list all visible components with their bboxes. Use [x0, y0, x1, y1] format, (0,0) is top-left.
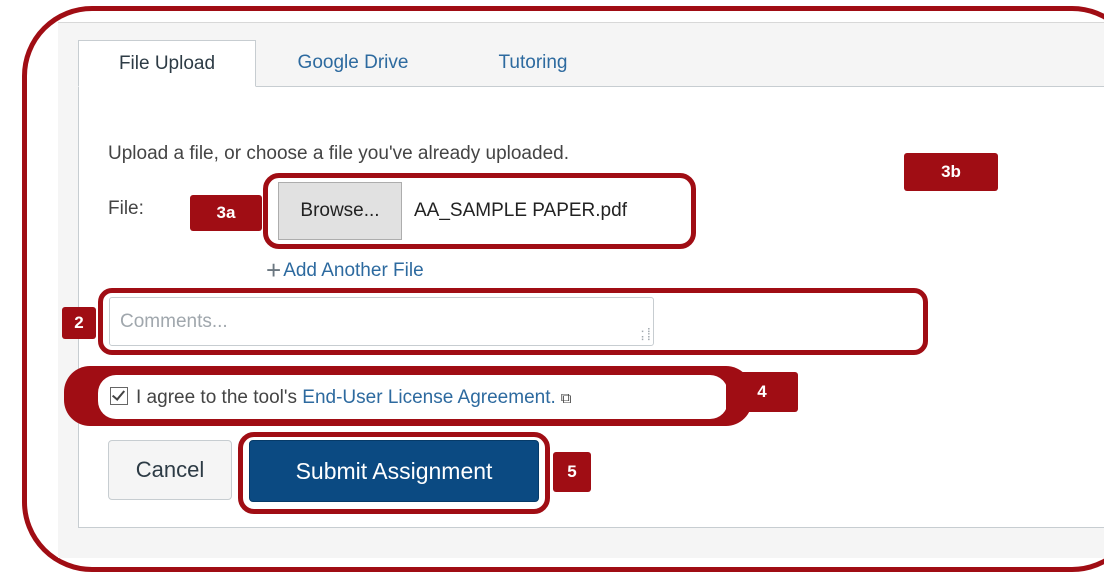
submit-assignment-button[interactable]: Submit Assignment: [249, 440, 539, 502]
plus-icon: +: [266, 255, 282, 285]
add-another-file-label: Add Another File: [283, 260, 424, 281]
browse-button[interactable]: Browse...: [278, 182, 402, 240]
agree-checkbox[interactable]: [110, 387, 128, 405]
callout-3a: 3a: [190, 195, 262, 231]
callout-4: 4: [726, 372, 798, 412]
comments-placeholder: Comments...: [120, 311, 228, 332]
eula-link[interactable]: End-User License Agreement.: [302, 387, 555, 408]
callout-2: 2: [62, 307, 96, 339]
tab-file-upload[interactable]: File Upload: [78, 40, 256, 87]
comments-textarea[interactable]: Comments... ⠠⠰ ⠰⠸: [109, 297, 654, 346]
agreement-text: I agree to the tool's: [136, 387, 303, 408]
callout-5: 5: [553, 452, 591, 492]
cancel-button[interactable]: Cancel: [108, 440, 232, 500]
external-link-icon: ⧉: [560, 390, 572, 407]
selected-file-name: AA_SAMPLE PAPER.pdf: [414, 200, 627, 221]
tab-google-drive[interactable]: Google Drive: [268, 40, 438, 86]
tab-tutoring[interactable]: Tutoring: [468, 40, 598, 86]
file-label: File:: [108, 198, 144, 219]
add-another-file-link[interactable]: + Add Another File: [266, 255, 424, 286]
callout-3b: 3b: [904, 153, 998, 191]
license-agreement-row: I agree to the tool's End-User License A…: [110, 387, 571, 409]
resize-grip-icon[interactable]: ⠠⠰ ⠰⠸: [637, 326, 651, 344]
upload-instructions: Upload a file, or choose a file you've a…: [108, 143, 569, 164]
